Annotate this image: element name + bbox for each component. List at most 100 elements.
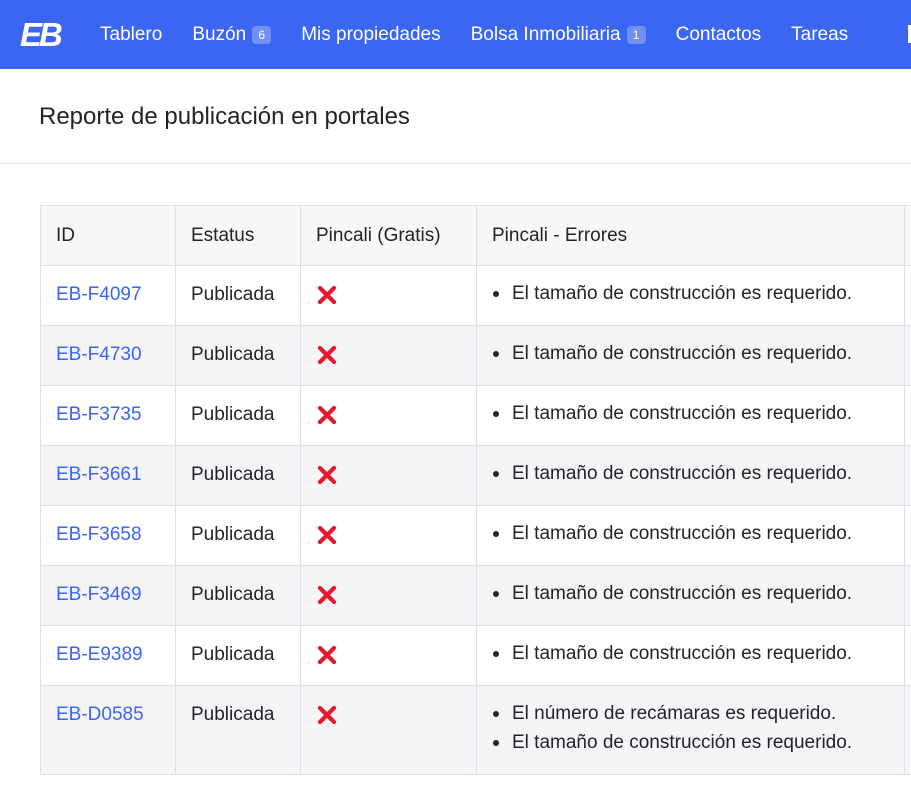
error-list: El tamaño de construcción es requerido. [492,639,889,668]
cell-errors: El tamaño de construcción es requerido. [476,625,905,686]
error-item: El tamaño de construcción es requerido. [492,399,889,428]
error-item: El tamaño de construcción es requerido. [492,639,889,668]
nav-item-bolsa-inmobiliaria[interactable]: Bolsa Inmobiliaria 1 [471,24,646,46]
error-list: El tamaño de construcción es requerido. [492,579,889,608]
red-x-icon [316,284,338,306]
header-extra [904,205,911,266]
header-estatus[interactable]: Estatus [175,205,301,266]
cell-status: Publicada [175,445,301,506]
cell-pincali [300,445,477,506]
error-list: El tamaño de construcción es requerido. [492,519,889,548]
red-x-icon [316,344,338,366]
cell-pincali [300,685,477,775]
cell-errors: El tamaño de construcción es requerido. [476,385,905,446]
header-pincali-errores[interactable]: Pincali - Errores [476,205,905,266]
cell-pincali [300,265,477,326]
nav-item-tablero[interactable]: Tablero [100,24,162,46]
red-x-icon [316,464,338,486]
nav-item-contactos[interactable]: Contactos [676,24,762,46]
cell-extra [904,445,911,506]
cell-errors: El tamaño de construcción es requerido. [476,265,905,326]
nav-menu: Tablero Buzón 6 Mis propiedades Bolsa Inmobi… [100,0,878,69]
table-row: EB-F3469 Publicada El tamaño de construcci… [40,565,911,626]
cell-status: Publicada [175,625,301,686]
property-id-link[interactable]: EB-F3658 [56,524,142,545]
error-item: El tamaño de construcción es requerido. [492,519,889,548]
red-x-icon [316,644,338,666]
property-id-link[interactable]: EB-F4730 [56,344,142,365]
cell-pincali [300,625,477,686]
cell-errors: El número de recámaras es requerido. El t… [476,685,905,775]
cell-pincali [300,385,477,446]
cell-status: Publicada [175,385,301,446]
table-row: EB-F3661 Publicada El tamaño de construcci… [40,445,911,506]
eb-logo[interactable]: EB [20,17,68,51]
table-row: EB-E9389 Publicada El tamaño de construcci… [40,625,911,686]
cell-extra [904,625,911,686]
error-list: El número de recámaras es requerido. El t… [492,699,889,757]
cell-id: EB-F3469 [40,565,176,626]
cell-status: Publicada [175,325,301,386]
cell-id: EB-F3661 [40,445,176,506]
table-row: EB-D0585 Publicada El número de recámaras … [40,685,911,775]
cell-extra [904,565,911,626]
error-list: El tamaño de construcción es requerido. [492,279,889,308]
red-x-icon [316,704,338,726]
header-id[interactable]: ID [40,205,176,266]
report-table-container: ID Estatus Pincali (Gratis) Pincali - Er… [40,205,911,775]
cell-extra [904,265,911,326]
property-id-link[interactable]: EB-D0585 [56,704,144,725]
table-row: EB-F4097 Publicada El tamaño de construcci… [40,265,911,326]
cell-errors: El tamaño de construcción es requerido. [476,445,905,506]
nav-item-label: Contactos [675,23,762,45]
error-item: El tamaño de construcción es requerido. [492,579,889,608]
nav-item-buzón[interactable]: Buzón 6 [192,23,272,46]
error-item: El tamaño de construcción es requerido. [492,459,889,488]
table-row: EB-F3735 Publicada El tamaño de construcci… [40,385,911,446]
cell-errors: El tamaño de construcción es requerido. [476,505,905,566]
cell-pincali [300,505,477,566]
cell-status: Publicada [175,565,301,626]
error-item: El tamaño de construcción es requerido. [492,728,889,757]
top-navbar: EB Tablero Buzón 6 Mis propiedades Bolsa Inm… [0,0,911,69]
cell-status: Publicada [175,505,301,566]
error-item: El número de recámaras es requerido. [492,699,889,728]
property-id-link[interactable]: EB-F3469 [56,584,142,605]
nav-item-label: Bolsa Inmobiliaria [470,23,621,45]
nav-item-label: Tareas [791,23,849,45]
cell-errors: El tamaño de construcción es requerido. [476,325,905,386]
page-title: Reporte de publicación en portales [39,103,410,130]
property-id-link[interactable]: EB-E9389 [56,644,143,665]
portal-report-table: ID Estatus Pincali (Gratis) Pincali - Er… [40,205,911,775]
count-badge: 6 [252,25,272,44]
cell-id: EB-F4097 [40,265,176,326]
error-list: El tamaño de construcción es requerido. [492,339,889,368]
count-badge: 1 [626,25,646,44]
property-id-link[interactable]: EB-F3735 [56,404,142,425]
cell-id: EB-D0585 [40,685,176,775]
cell-pincali [300,565,477,626]
table-header-row: ID Estatus Pincali (Gratis) Pincali - Er… [40,205,911,266]
cell-id: EB-F3658 [40,505,176,566]
error-item: El tamaño de construcción es requerido. [492,339,889,368]
cell-extra [904,385,911,446]
red-x-icon [316,524,338,546]
property-id-link[interactable]: EB-F4097 [56,284,142,305]
nav-item-tareas[interactable]: Tareas [791,24,848,46]
cell-id: EB-F4730 [40,325,176,386]
cell-extra [904,325,911,386]
header-pincali[interactable]: Pincali (Gratis) [300,205,477,266]
page-header: Reporte de publicación en portales [0,69,911,164]
property-id-link[interactable]: EB-F3661 [56,464,142,485]
nav-item-label: Buzón [192,23,247,45]
table-row: EB-F3658 Publicada El tamaño de construcci… [40,505,911,566]
cell-extra [904,685,911,775]
cell-id: EB-F3735 [40,385,176,446]
error-list: El tamaño de construcción es requerido. [492,459,889,488]
red-x-icon [316,404,338,426]
nav-item-mis-propiedades[interactable]: Mis propiedades [301,24,440,46]
red-x-icon [316,584,338,606]
cell-id: EB-E9389 [40,625,176,686]
nav-item-label: Mis propiedades [301,23,441,45]
cell-extra [904,505,911,566]
